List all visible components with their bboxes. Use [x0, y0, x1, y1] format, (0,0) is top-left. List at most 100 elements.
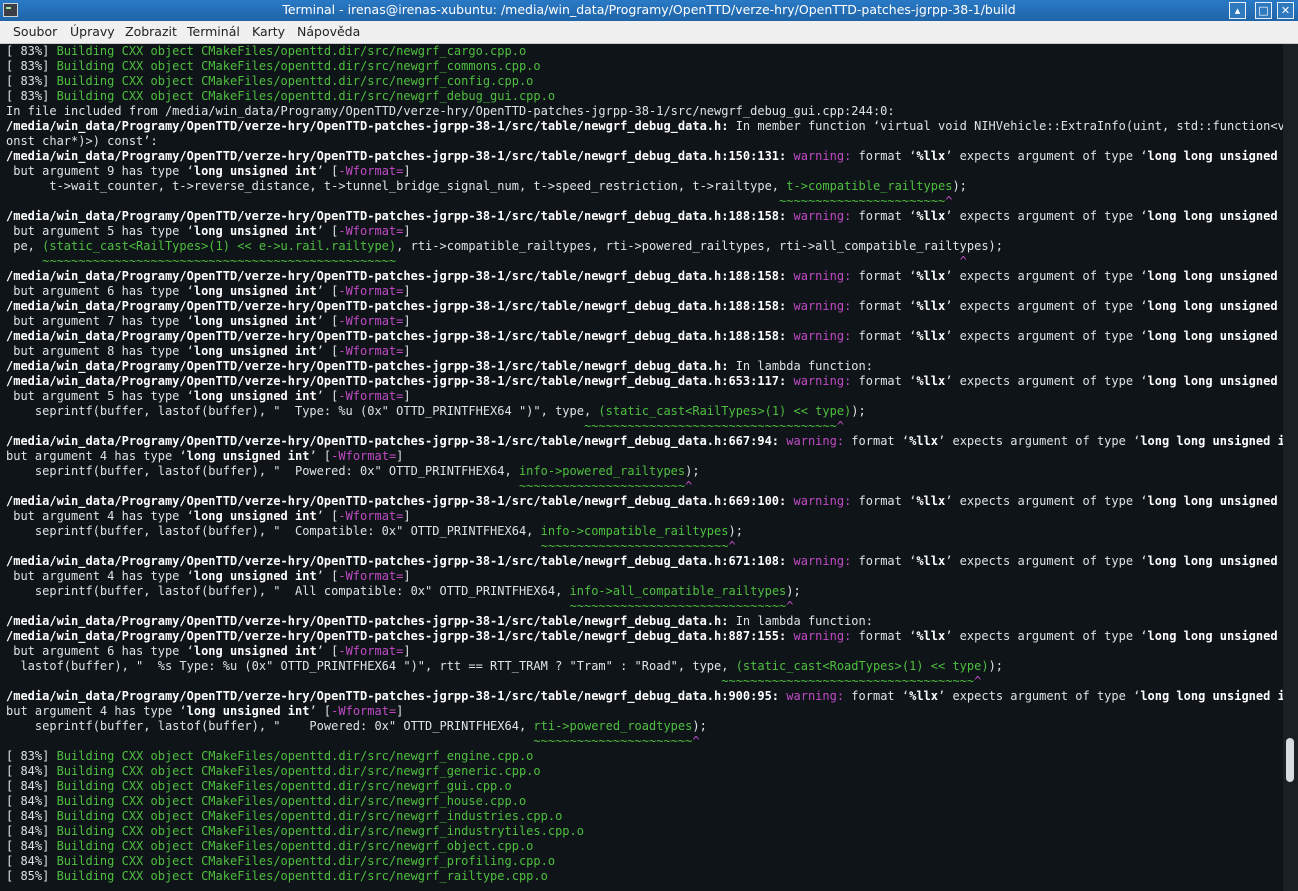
terminal-segment: ^	[974, 674, 982, 688]
menu-napoveda[interactable]: Nápověda	[297, 24, 360, 39]
terminal-segment: -Wformat=	[338, 509, 404, 523]
terminal-segment: [ 84%]	[6, 794, 57, 808]
terminal-segment	[6, 599, 570, 613]
terminal-segment: %llx	[909, 689, 939, 703]
terminal-line: /media/win_data/Programy/OpenTTD/verze-h…	[6, 119, 1283, 134]
terminal-segment: warning:	[793, 149, 852, 163]
scrollbar-thumb[interactable]	[1286, 738, 1294, 782]
terminal-segment: long unsigned int	[193, 284, 317, 298]
terminal-segment: %llx	[916, 374, 946, 388]
terminal-line: but argument 8 has type ‘long unsigned i…	[6, 344, 1283, 359]
terminal-segment: but argument 6 has type ‘	[6, 284, 194, 298]
terminal-segment: );	[988, 659, 1004, 673]
terminal-segment: ^	[945, 194, 953, 208]
close-button-icon[interactable]: ✕	[1277, 2, 1294, 19]
terminal-segment: but argument 6 has type ‘	[6, 644, 194, 658]
terminal-segment	[6, 674, 721, 688]
terminal-segment: ’ expects argument of type ‘	[938, 689, 1141, 703]
terminal-segment: Building CXX object CMakeFiles/openttd.d…	[56, 44, 527, 58]
terminal-segment: ’ [	[309, 704, 332, 718]
terminal-segment: ]	[403, 224, 411, 238]
vertical-scrollbar[interactable]	[1283, 44, 1298, 891]
terminal-line: [ 83%] Building CXX object CMakeFiles/op…	[6, 74, 1283, 89]
terminal-segment: /media/win_data/Programy/OpenTTD/verze-h…	[6, 119, 729, 133]
terminal-segment	[786, 329, 793, 343]
menu-upravy[interactable]: Úpravy	[70, 24, 115, 39]
terminal-segment	[6, 734, 533, 748]
terminal-segment: -Wformat=	[338, 644, 404, 658]
terminal-segment: warning:	[786, 689, 845, 703]
terminal-segment: ’ expects argument of type ‘	[945, 299, 1148, 313]
terminal-segment	[6, 539, 541, 553]
terminal-text[interactable]: [ 83%] Building CXX object CMakeFiles/op…	[0, 44, 1283, 884]
terminal-segment: ^	[959, 254, 967, 268]
terminal-segment: %llx	[916, 329, 946, 343]
terminal-segment: warning:	[793, 299, 852, 313]
terminal-segment: %llx	[909, 434, 939, 448]
terminal-line: onst char*)>) const’:	[6, 134, 1283, 149]
terminal-segment: In lambda function:	[728, 614, 873, 628]
terminal-segment: ’ expects argument of type ‘	[938, 434, 1141, 448]
terminal-line: but argument 7 has type ‘long unsigned i…	[6, 314, 1283, 329]
terminal-segment: ’ [	[316, 569, 339, 583]
terminal-segment: long long unsigned int	[1147, 554, 1278, 568]
terminal-segment: lastof(buffer), " %s Type: %u (0x" OTTD_…	[6, 659, 736, 673]
terminal-line: [ 83%] Building CXX object CMakeFiles/op…	[6, 44, 1283, 59]
terminal-segment: ]	[403, 569, 411, 583]
menu-zobrazit[interactable]: Zobrazit	[125, 24, 177, 39]
terminal-segment: warning:	[793, 269, 852, 283]
terminal-segment: ]	[403, 644, 411, 658]
terminal-segment: /media/win_data/Programy/OpenTTD/verze-h…	[6, 209, 787, 223]
terminal-segment	[786, 269, 793, 283]
terminal-segment: seprintf(buffer, lastof(buffer), " Type:…	[6, 404, 599, 418]
terminal-segment: t->wait_counter, t->reverse_distance, t-…	[6, 179, 787, 193]
terminal-line: [ 84%] Building CXX object CMakeFiles/op…	[6, 779, 1283, 794]
terminal-segment: long long unsigned int	[1147, 269, 1278, 283]
terminal-segment: [ 83%]	[6, 44, 57, 58]
terminal-segment: ’ expects argument of type ‘	[945, 149, 1148, 163]
terminal-segment: %llx	[916, 149, 946, 163]
terminal-segment: ~~~~~~~~~~~~~~~~~~~~~~	[533, 734, 693, 748]
terminal-segment: format ‘	[851, 269, 917, 283]
terminal-segment	[6, 194, 779, 208]
terminal-segment: /media/win_data/Programy/OpenTTD/verze-h…	[6, 614, 729, 628]
terminal-segment: );	[851, 404, 866, 418]
title-bar[interactable]: Terminal - irenas@irenas-xubuntu: /media…	[0, 0, 1298, 21]
terminal-segment: ’ expects argument of type ‘	[945, 329, 1148, 343]
terminal-segment	[6, 419, 584, 433]
terminal-line: [ 85%] Building CXX object CMakeFiles/op…	[6, 869, 1283, 884]
menu-soubor[interactable]: Soubor	[13, 24, 57, 39]
terminal-segment: ’ expects argument of type ‘	[945, 629, 1148, 643]
terminal-line: pe, (static_cast<RailTypes>(1) << e->u.r…	[6, 239, 1283, 254]
menu-karty[interactable]: Karty	[252, 24, 285, 39]
terminal-segment: long long unsigned int	[1147, 374, 1278, 388]
terminal-output[interactable]: [ 83%] Building CXX object CMakeFiles/op…	[0, 44, 1283, 891]
terminal-segment: format ‘	[851, 209, 917, 223]
terminal-segment: seprintf(buffer, lastof(buffer), " Power…	[6, 464, 519, 478]
terminal-segment: [ 83%]	[6, 89, 57, 103]
terminal-segment: but argument 4 has type ‘	[6, 569, 194, 583]
terminal-segment	[6, 254, 42, 268]
terminal-line: /media/win_data/Programy/OpenTTD/verze-h…	[6, 614, 1283, 629]
maximize-button-icon[interactable]: □	[1255, 2, 1272, 19]
terminal-line: /media/win_data/Programy/OpenTTD/verze-h…	[6, 689, 1283, 704]
terminal-segment: /media/win_data/Programy/OpenTTD/verze-h…	[6, 689, 780, 703]
terminal-segment: [ 83%]	[6, 59, 57, 73]
terminal-segment: ^	[786, 599, 794, 613]
terminal-segment: ~~~~~~~~~~~~~~~~~~~~~~~~~~~~~~	[569, 599, 787, 613]
terminal-segment: [ 83%]	[6, 74, 57, 88]
terminal-segment: [ 84%]	[6, 809, 57, 823]
terminal-segment: format ‘	[851, 494, 917, 508]
terminal-segment: , rti->compatible_railtypes, rti->powere…	[396, 239, 1004, 253]
terminal-segment: Building CXX object CMakeFiles/openttd.d…	[56, 869, 548, 883]
terminal-segment: ]	[403, 284, 411, 298]
shade-button-icon[interactable]: ▴	[1229, 2, 1246, 19]
terminal-line: but argument 6 has type ‘long unsigned i…	[6, 644, 1283, 659]
terminal-segment: (static_cast<RailTypes>(1) << type)	[598, 404, 852, 418]
terminal-segment: ~~~~~~~~~~~~~~~~~~~~~~~	[518, 479, 686, 493]
terminal-segment: pe,	[6, 239, 43, 253]
terminal-line: ~~~~~~~~~~~~~~~~~~~~~~~~~~~~~~~~~~~^	[6, 674, 1283, 689]
terminal-segment: long long unsigned int	[1140, 689, 1283, 703]
terminal-line: lastof(buffer), " %s Type: %u (0x" OTTD_…	[6, 659, 1283, 674]
menu-terminal[interactable]: Terminál	[187, 24, 240, 39]
